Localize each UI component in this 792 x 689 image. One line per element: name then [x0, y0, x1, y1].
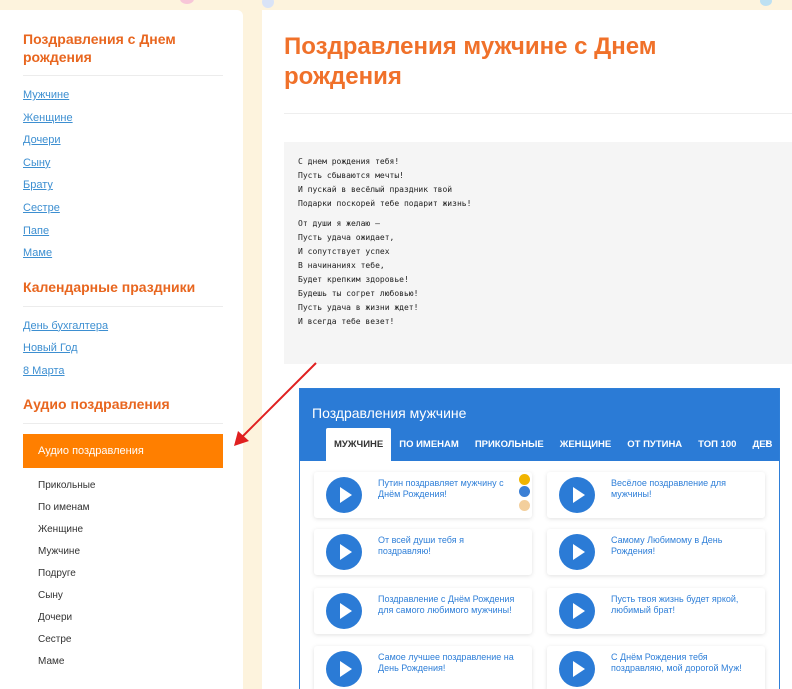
- sidebar-link-woman[interactable]: Женщине: [23, 110, 243, 133]
- audio-card[interactable]: Поздравление с Днём Рождения для самого …: [314, 588, 532, 634]
- audio-card-title[interactable]: Самому Любимому в День Рождения!: [611, 535, 749, 557]
- sidebar-link-daughter[interactable]: Дочери: [23, 132, 243, 155]
- sidebar: Поздравления с Днем рождения Мужчине Жен…: [0, 10, 243, 689]
- audio-card-title[interactable]: Весёлое поздравление для мужчины!: [611, 478, 749, 500]
- poem-line: Будешь ты согрет любовью!: [298, 289, 419, 298]
- poem-line: Подарки поскорей тебе подарит жизнь!: [298, 199, 472, 208]
- tab-woman[interactable]: ЖЕНЩИНЕ: [552, 428, 620, 461]
- play-icon[interactable]: [559, 593, 595, 629]
- poem-line: В начинаниях тебе,: [298, 261, 385, 270]
- sidebar-heading-calendar: Календарные праздники: [23, 278, 196, 295]
- audio-link-by-name[interactable]: По именам: [23, 497, 243, 519]
- audio-link-sister[interactable]: Сестре: [23, 629, 243, 651]
- audio-link-woman[interactable]: Женщине: [23, 519, 243, 541]
- audio-card[interactable]: Весёлое поздравление для мужчины!: [547, 472, 765, 518]
- sidebar-link-new-year[interactable]: Новый Год: [23, 340, 243, 363]
- audio-card[interactable]: От всей души тебя я поздравляю!: [314, 529, 532, 575]
- tab-girl[interactable]: ДЕВ: [744, 428, 780, 461]
- audio-card-title[interactable]: С Днём Рождения тебя поздравляю, мой дор…: [611, 652, 749, 674]
- divider: [23, 422, 223, 424]
- divider: [23, 305, 223, 307]
- poem-line: Будет крепким здоровье!: [298, 275, 409, 284]
- sidebar-link-brother[interactable]: Брату: [23, 177, 243, 200]
- tab-man[interactable]: МУЖЧИНЕ: [326, 428, 392, 461]
- chevron-right-icon[interactable]: ›: [765, 435, 769, 449]
- audio-link-son[interactable]: Сыну: [23, 585, 243, 607]
- play-icon[interactable]: [559, 477, 595, 513]
- sidebar-link-son[interactable]: Сыну: [23, 155, 243, 178]
- play-icon[interactable]: [326, 534, 362, 570]
- poem-line: И пускай в весёлый праздник твой: [298, 185, 453, 194]
- audio-card-title[interactable]: Путин поздравляет мужчину с Днём Рождени…: [378, 478, 516, 500]
- audio-link-man[interactable]: Мужчине: [23, 541, 243, 563]
- blue-star-badge-icon: [519, 486, 530, 497]
- play-icon[interactable]: [326, 593, 362, 629]
- divider: [23, 75, 223, 76]
- poem-line: С днем рождения тебя!: [298, 157, 400, 166]
- gold-star-badge-icon: [519, 474, 530, 485]
- poem-line: И сопутствует успех: [298, 247, 390, 256]
- audio-link-mom[interactable]: Маме: [23, 651, 243, 673]
- bronze-badge-icon: [519, 500, 530, 511]
- sidebar-link-march-8[interactable]: 8 Марта: [23, 363, 243, 386]
- tab-from-putin[interactable]: ОТ ПУТИНА: [619, 428, 690, 461]
- play-icon[interactable]: [559, 651, 595, 687]
- audio-card-title[interactable]: Пусть твоя жизнь будет яркой, любимый бр…: [611, 594, 749, 616]
- audio-card[interactable]: С Днём Рождения тебя поздравляю, мой дор…: [547, 646, 765, 689]
- audio-link-daughter[interactable]: Дочери: [23, 607, 243, 629]
- audio-card[interactable]: Самому Любимому в День Рождения!: [547, 529, 765, 575]
- poem-line: И всегда тебе везет!: [298, 317, 395, 326]
- poem-line: Пусть сбываются мечты!: [298, 171, 404, 180]
- page-title: Поздравления мужчине с Днем рождения: [284, 33, 657, 90]
- audio-link-funny[interactable]: Прикольные: [23, 475, 243, 497]
- poem-block: С днем рождения тебя! Пусть сбываются ме…: [284, 142, 792, 364]
- sidebar-link-dad[interactable]: Папе: [23, 223, 243, 246]
- sidebar-heading-birthday: Поздравления с Днем рождения: [23, 31, 176, 65]
- play-icon[interactable]: [559, 534, 595, 570]
- sidebar-heading-audio: Аудио поздравления: [23, 395, 170, 412]
- background-decoration: [262, 0, 274, 8]
- poem-line: От души я желаю –: [298, 219, 380, 228]
- tab-top-100[interactable]: ТОП 100: [690, 428, 744, 461]
- sidebar-link-mom[interactable]: Маме: [23, 245, 243, 268]
- play-icon[interactable]: [326, 651, 362, 687]
- poem-line: Пусть удача ожидает,: [298, 233, 395, 242]
- poem-line: Пусть удача в жизни ждет!: [298, 303, 419, 312]
- widget-title: Поздравления мужчине: [312, 405, 467, 421]
- background-decoration: [180, 0, 194, 4]
- widget-header: Поздравления мужчине МУЖЧИНЕ ПО ИМЕНАМ П…: [300, 389, 779, 461]
- audio-card[interactable]: Путин поздравляет мужчину с Днём Рождени…: [314, 472, 532, 518]
- audio-card-title[interactable]: Поздравление с Днём Рождения для самого …: [378, 594, 516, 616]
- sidebar-link-man[interactable]: Мужчине: [23, 87, 243, 110]
- audio-card[interactable]: Самое лучшее поздравление на День Рожден…: [314, 646, 532, 689]
- divider: [284, 113, 792, 114]
- widget-tabs: МУЖЧИНЕ ПО ИМЕНАМ ПРИКОЛЬНЫЕ ЖЕНЩИНЕ ОТ …: [326, 428, 780, 461]
- tab-funny[interactable]: ПРИКОЛЬНЫЕ: [467, 428, 552, 461]
- sidebar-link-sister[interactable]: Сестре: [23, 200, 243, 223]
- audio-greetings-button[interactable]: Аудио поздравления: [23, 433, 223, 468]
- audio-widget: Поздравления мужчине МУЖЧИНЕ ПО ИМЕНАМ П…: [299, 388, 780, 689]
- audio-link-girlfriend[interactable]: Подруге: [23, 563, 243, 585]
- audio-card-title[interactable]: Самое лучшее поздравление на День Рожден…: [378, 652, 516, 674]
- background-decoration: [760, 0, 772, 6]
- audio-card-title[interactable]: От всей души тебя я поздравляю!: [378, 535, 516, 557]
- tab-by-name[interactable]: ПО ИМЕНАМ: [391, 428, 467, 461]
- play-icon[interactable]: [326, 477, 362, 513]
- audio-card[interactable]: Пусть твоя жизнь будет яркой, любимый бр…: [547, 588, 765, 634]
- sidebar-link-accountant-day[interactable]: День бухгалтера: [23, 318, 243, 341]
